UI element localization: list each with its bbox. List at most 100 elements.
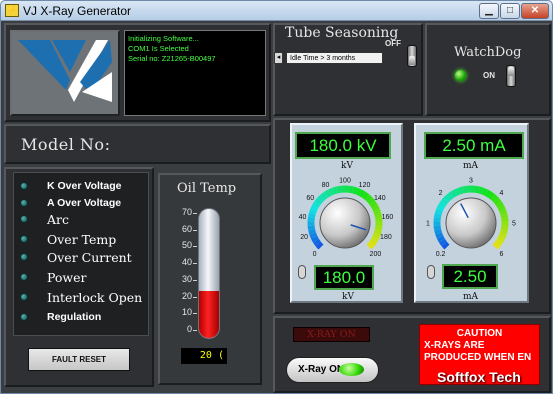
ma-arc-segment bbox=[438, 200, 447, 209]
kv-dial[interactable]: 0 20 40 60 80 100 120140 160 180 200 bbox=[295, 173, 395, 263]
idle-time-select[interactable]: Idle Time > 3 months bbox=[286, 52, 383, 64]
alarm-label: Over Temp bbox=[47, 231, 117, 247]
kv-arc-segment bbox=[320, 191, 329, 200]
alarm-led bbox=[20, 215, 28, 223]
minimize-button[interactable]: ▁ bbox=[479, 3, 499, 19]
kv-arc-segment bbox=[369, 200, 378, 209]
alarm-arc: Arc bbox=[20, 211, 69, 227]
alarm-panel: K Over Voltage A Over Voltage Arc Over T… bbox=[13, 172, 149, 336]
model-label: Model No: bbox=[21, 135, 111, 154]
watchdog-toggle[interactable] bbox=[506, 65, 516, 87]
ma-arc-segment bbox=[495, 200, 504, 209]
ma-display: 2.50 mA bbox=[424, 132, 524, 159]
alarm-led bbox=[20, 273, 28, 281]
ma-arc-segment bbox=[497, 204, 506, 212]
oil-temp-tick bbox=[193, 330, 197, 331]
kv-scale-label: 40 bbox=[299, 214, 307, 221]
ma-arc-segment bbox=[499, 228, 508, 235]
kv-arc-segment bbox=[324, 189, 332, 198]
oil-temp-value: 20 ( bbox=[181, 348, 227, 364]
kv-arc-segment bbox=[367, 197, 376, 206]
ma-arc-segment bbox=[433, 225, 442, 231]
ma-unit-top: mA bbox=[463, 161, 479, 171]
kv-stepper[interactable] bbox=[298, 265, 306, 279]
alarm-led bbox=[20, 253, 28, 261]
kv-arc-segment bbox=[368, 238, 377, 247]
ma-arc-segment bbox=[498, 232, 507, 239]
idle-time-stepper[interactable]: ◂ bbox=[274, 52, 283, 64]
kv-scale-label: 0 bbox=[313, 251, 317, 258]
xray-button-led bbox=[339, 363, 364, 376]
ma-arc-segment bbox=[453, 187, 461, 196]
alarm-label: Arc bbox=[47, 211, 70, 227]
kv-arc-segment bbox=[310, 235, 320, 243]
alarm-led bbox=[20, 235, 28, 243]
caution-body: X-RAYS ARE PRODUCED WHEN EN bbox=[424, 340, 532, 363]
kv-arc-segment bbox=[315, 241, 324, 250]
ma-arc-segment bbox=[499, 208, 508, 215]
ma-stepper[interactable] bbox=[427, 265, 435, 279]
maximize-button[interactable]: □ bbox=[500, 3, 520, 19]
vj-logo-icon bbox=[12, 32, 118, 114]
ma-arc-segment bbox=[458, 186, 464, 195]
tube-seasoning-toggle[interactable] bbox=[407, 45, 417, 67]
ma-knob[interactable] bbox=[445, 197, 497, 249]
oil-temp-tick bbox=[193, 313, 197, 315]
kv-arc-segment bbox=[371, 204, 380, 212]
kv-unit-top: kV bbox=[341, 161, 353, 171]
oil-temp-tick bbox=[193, 213, 197, 214]
labview-icon: ⚡ bbox=[5, 4, 19, 17]
kv-arc-segment bbox=[310, 204, 319, 212]
kv-scale-label: 160 bbox=[382, 214, 394, 221]
oil-temp-tick-label: 50 bbox=[181, 240, 192, 251]
ma-arc-segment bbox=[434, 208, 443, 215]
alarm-led bbox=[20, 199, 28, 207]
close-button[interactable]: ✕ bbox=[521, 3, 549, 19]
kv-control[interactable]: 180.0 bbox=[314, 265, 374, 290]
ma-scale-label: 1 bbox=[426, 221, 430, 228]
kv-arc-segment bbox=[314, 197, 323, 206]
alarm-label: Over Current bbox=[47, 249, 132, 265]
alarm-over-temp: Over Temp bbox=[20, 231, 116, 247]
kv-arc-segment bbox=[364, 194, 373, 203]
oil-temp-tick bbox=[193, 279, 197, 281]
kv-arc-segment bbox=[313, 238, 322, 247]
kv-arc-segment bbox=[373, 228, 382, 235]
kv-arc-segment bbox=[373, 208, 382, 215]
ma-arc-segment bbox=[500, 225, 509, 231]
ma-dial[interactable]: 0.2 1 2 3 4 5 6 bbox=[421, 173, 521, 263]
oil-temp-tick bbox=[193, 263, 197, 265]
ma-control[interactable]: 2.50 bbox=[442, 264, 498, 289]
ma-arc-segment bbox=[500, 212, 509, 219]
ma-arc-segment bbox=[481, 187, 489, 196]
alarm-led bbox=[20, 182, 28, 190]
kv-arc-segment bbox=[317, 194, 326, 203]
kv-arc-segment bbox=[366, 241, 375, 250]
alarm-label: Power bbox=[47, 269, 87, 285]
oil-temp-tick bbox=[193, 229, 197, 231]
ma-unit-bottom: mA bbox=[463, 292, 479, 302]
ma-scale-label: 4 bbox=[499, 190, 503, 197]
xray-on-button[interactable]: X-Ray ON bbox=[286, 357, 379, 383]
ma-arc-segment bbox=[436, 204, 445, 212]
oil-temp-thermometer bbox=[198, 208, 220, 339]
kv-scale-label: 200 bbox=[370, 251, 382, 258]
alarm-label: K Over Voltage bbox=[47, 180, 122, 192]
kv-arc-segment bbox=[374, 212, 383, 219]
kv-scale-label: 100 bbox=[339, 178, 351, 185]
kv-scale-label: 180 bbox=[380, 234, 392, 241]
watermark: Softfox Tech bbox=[437, 369, 521, 385]
kv-knob[interactable] bbox=[319, 197, 371, 249]
alarm-a-over-voltage: A Over Voltage bbox=[20, 195, 121, 211]
kv-arc-segment bbox=[370, 235, 380, 243]
ma-arc-segment bbox=[490, 194, 499, 203]
status-line: Serial no: Z21265-B00497 bbox=[128, 54, 216, 63]
oil-temp-fill bbox=[199, 290, 219, 338]
kv-arc-segment bbox=[361, 191, 370, 200]
alarm-interlock-open: Interlock Open bbox=[20, 289, 142, 305]
fault-reset-button[interactable]: FAULT RESET bbox=[28, 348, 130, 371]
ma-arc-segment bbox=[492, 241, 501, 250]
oil-temp-tick-label: 30 bbox=[181, 273, 192, 284]
watchdog-switch-label: ON bbox=[483, 71, 495, 80]
alarm-label: Regulation bbox=[47, 311, 102, 323]
